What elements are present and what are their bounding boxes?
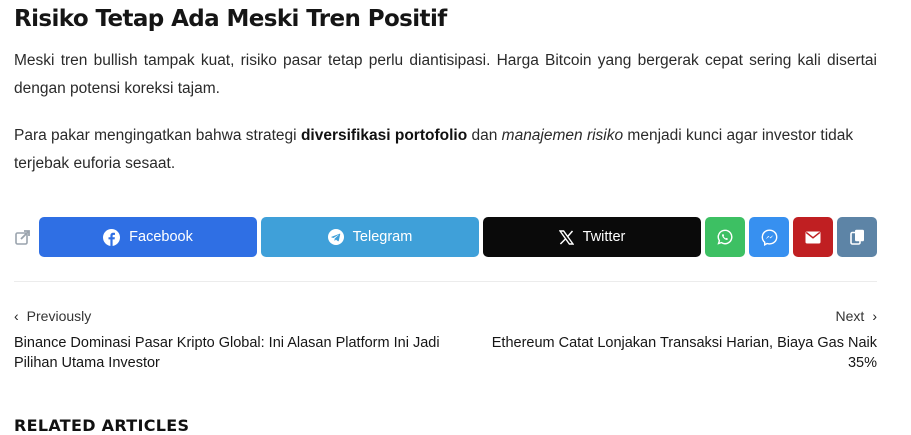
- next-post-link[interactable]: Ethereum Catat Lonjakan Transaksi Harian…: [467, 333, 877, 373]
- bold-diversification: diversifikasi portofolio: [300, 127, 468, 144]
- chevron-right-icon: ›: [872, 308, 877, 324]
- copy-icon: [849, 229, 865, 245]
- related-articles-heading: RELATED ARTICLES: [14, 416, 190, 435]
- next-label: Next: [835, 308, 865, 324]
- whatsapp-icon: [717, 229, 733, 245]
- paragraph-strategy: Para pakar mengingatkan bahwa strategi d…: [14, 127, 854, 172]
- facebook-icon: [103, 228, 121, 246]
- section-heading: Risiko Tetap Ada Meski Tren Positif: [14, 6, 447, 32]
- email-icon: [805, 231, 821, 244]
- previous-label: Previously: [26, 308, 92, 324]
- copy-link-button[interactable]: [837, 217, 877, 257]
- messenger-icon: [761, 228, 778, 246]
- next-post: Next › Ethereum Catat Lonjakan Transaksi…: [467, 306, 877, 373]
- paragraph-risk: Meski tren bullish tampak kuat, risiko p…: [14, 52, 877, 97]
- share-bar: Facebook Telegram Twitter: [14, 217, 877, 257]
- share-facebook-button[interactable]: Facebook: [39, 217, 257, 257]
- telegram-label: Telegram: [352, 229, 413, 245]
- facebook-label: Facebook: [129, 229, 193, 245]
- previous-post-link[interactable]: Binance Dominasi Pasar Kripto Global: In…: [14, 333, 444, 373]
- telegram-icon: [327, 229, 344, 245]
- next-indicator[interactable]: Next ›: [467, 306, 877, 326]
- share-twitter-button[interactable]: Twitter: [483, 217, 701, 257]
- share-icon: [14, 228, 32, 246]
- share-email-button[interactable]: [793, 217, 833, 257]
- previous-indicator[interactable]: ‹ Previously: [14, 306, 444, 326]
- share-whatsapp-button[interactable]: [705, 217, 745, 257]
- share-messenger-button[interactable]: [749, 217, 789, 257]
- divider: [14, 281, 877, 282]
- chevron-left-icon: ‹: [14, 308, 19, 324]
- x-icon: [558, 229, 574, 245]
- twitter-label: Twitter: [582, 229, 626, 245]
- italic-risk-management: manajemen risiko: [501, 127, 624, 144]
- share-telegram-button[interactable]: Telegram: [261, 217, 479, 257]
- previous-post: ‹ Previously Binance Dominasi Pasar Krip…: [14, 306, 444, 373]
